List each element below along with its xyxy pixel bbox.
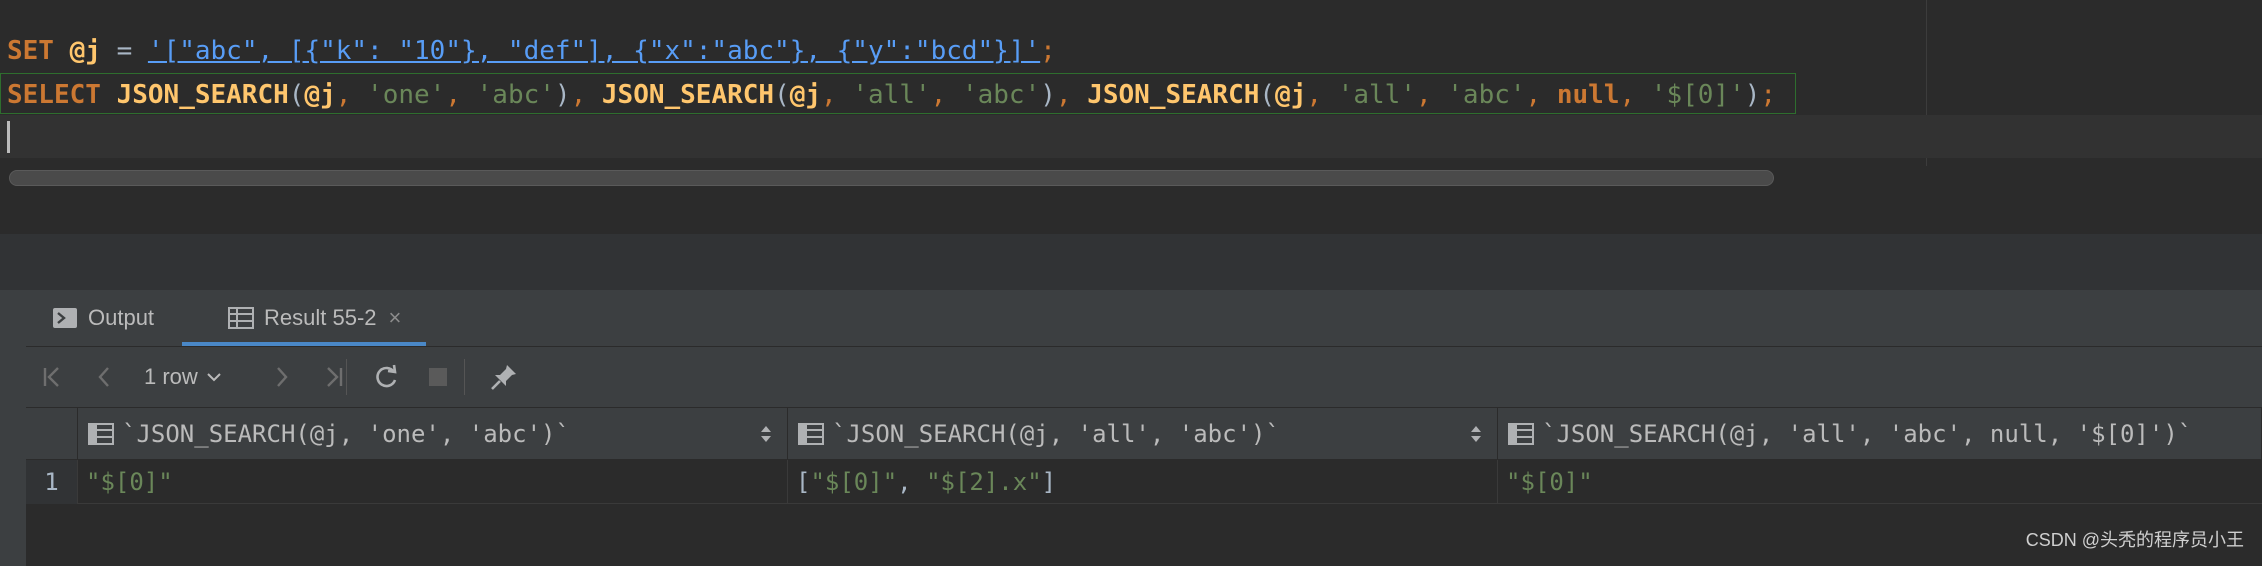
function-json-search-1: JSON_SEARCH xyxy=(116,80,289,110)
string-all: 'all' xyxy=(852,80,931,110)
paren-open: ( xyxy=(1259,80,1276,110)
assign-operator: = xyxy=(100,36,148,66)
results-toolbar: 1 row xyxy=(26,347,2262,408)
refresh-button[interactable] xyxy=(360,347,412,407)
cell-value: "$[0]" xyxy=(1506,467,1593,496)
row-count-label: 1 row xyxy=(144,364,198,389)
table-cell[interactable]: ["$[0]", "$[2].x"] xyxy=(788,460,1498,504)
string-abc: 'abc' xyxy=(1447,80,1526,110)
code-line-1[interactable]: SET @j = '["abc", [{"k": "10"}, "def"], … xyxy=(7,31,1056,71)
results-tab-bar: Output Result 55-2 × xyxy=(26,290,2262,347)
comma: , xyxy=(570,80,602,110)
semicolon: ; xyxy=(1760,80,1777,110)
toolbar-separator xyxy=(464,359,465,395)
cell-value: "$[2].x" xyxy=(926,467,1042,496)
pin-tab-button[interactable] xyxy=(478,347,530,407)
paren-close: ) xyxy=(1040,80,1056,110)
row-number[interactable]: 1 xyxy=(26,460,78,504)
tab-output-label: Output xyxy=(88,305,155,330)
tab-result-label: Result 55-2 xyxy=(264,305,377,330)
comma: , xyxy=(1619,80,1651,110)
column-header-1[interactable]: `JSON_SEARCH(@j, 'one', 'abc')` xyxy=(78,408,788,460)
stop-button[interactable] xyxy=(412,347,464,407)
bracket-open: [ xyxy=(796,467,811,496)
chevron-left-icon xyxy=(98,367,109,387)
comma: , xyxy=(1306,80,1338,110)
comma: , xyxy=(445,80,477,110)
editor-blank-area[interactable] xyxy=(0,190,2262,235)
paren-open: ( xyxy=(774,80,790,110)
cell-value: "$[0]" xyxy=(810,467,898,496)
sort-icon[interactable] xyxy=(759,422,773,446)
string-one: 'one' xyxy=(367,80,446,110)
first-page-icon xyxy=(43,367,59,387)
horizontal-scrollbar-thumb[interactable] xyxy=(9,170,1774,186)
panel-left-strip xyxy=(0,290,27,566)
row-count-dropdown[interactable]: 1 row xyxy=(144,347,222,407)
table-icon xyxy=(228,307,254,329)
keyword-null: null xyxy=(1556,80,1620,110)
function-json-search-3: JSON_SEARCH xyxy=(1087,80,1260,110)
json-string-literal[interactable]: '["abc", [{"k": "10"}, "def"], {"x":"abc… xyxy=(148,36,1040,66)
sort-icon[interactable] xyxy=(1469,422,1483,446)
toolbar-separator xyxy=(346,359,347,395)
column-header-1-label: `JSON_SEARCH(@j, 'one', 'abc')` xyxy=(122,419,570,448)
table-cell[interactable]: "$[0]" xyxy=(1498,460,2262,504)
stop-icon xyxy=(429,368,447,386)
paren-close: ) xyxy=(554,80,571,110)
keyword-set: SET xyxy=(7,36,54,66)
string-abc: 'abc' xyxy=(476,80,555,110)
semicolon: ; xyxy=(1040,36,1056,66)
table-cell[interactable]: "$[0]" xyxy=(78,460,788,504)
pin-icon xyxy=(491,365,516,390)
function-json-search-2: JSON_SEARCH xyxy=(601,80,775,110)
watermark: CSDN @头秃的程序员小王 xyxy=(2025,530,2244,550)
column-icon xyxy=(88,422,114,445)
paren-close: ) xyxy=(1744,80,1761,110)
last-page-button[interactable] xyxy=(308,347,360,407)
cell-value: "$[0]" xyxy=(86,467,173,496)
active-tab-indicator xyxy=(182,342,426,346)
paren-open: ( xyxy=(288,80,305,110)
bracket-close: ] xyxy=(1041,467,1057,496)
string-path: '$[0]' xyxy=(1650,80,1745,110)
text-caret xyxy=(7,121,10,153)
chevron-down-icon xyxy=(206,371,222,383)
comma: , xyxy=(1415,80,1448,110)
string-abc: 'abc' xyxy=(961,80,1041,110)
column-header-2-label: `JSON_SEARCH(@j, 'all', 'abc')` xyxy=(832,419,1280,448)
comma: , xyxy=(930,80,962,110)
next-page-button[interactable] xyxy=(256,347,308,407)
tab-output[interactable]: Output xyxy=(52,290,154,346)
caret-line-highlight xyxy=(0,115,2262,158)
column-icon xyxy=(798,422,824,445)
column-header-2[interactable]: `JSON_SEARCH(@j, 'all', 'abc')` xyxy=(788,408,1498,460)
variable-j: @j xyxy=(304,80,336,110)
last-page-icon xyxy=(327,367,343,387)
separator: , xyxy=(897,467,927,496)
variable-j: @j xyxy=(69,36,101,66)
comma: , xyxy=(1525,80,1557,110)
first-page-button[interactable] xyxy=(26,347,78,407)
comma: , xyxy=(1055,80,1088,110)
row-number-header[interactable] xyxy=(26,408,78,460)
panel-splitter[interactable] xyxy=(0,234,2262,290)
refresh-icon xyxy=(376,364,397,388)
close-icon[interactable]: × xyxy=(389,305,402,331)
variable-j: @j xyxy=(1275,80,1307,110)
code-line-2[interactable]: SELECT JSON_SEARCH(@j, 'one', 'abc'), JS… xyxy=(7,75,1776,115)
column-icon xyxy=(1508,422,1534,445)
string-all: 'all' xyxy=(1337,80,1416,110)
comma: , xyxy=(821,80,853,110)
comma: , xyxy=(335,80,368,110)
tab-result[interactable]: Result 55-2 × xyxy=(208,290,452,346)
column-header-3-label: `JSON_SEARCH(@j, 'all', 'abc', null, '$[… xyxy=(1542,419,2193,448)
previous-page-button[interactable] xyxy=(78,347,130,407)
variable-j: @j xyxy=(789,80,822,110)
chevron-right-icon xyxy=(277,367,288,387)
keyword-select: SELECT xyxy=(7,80,101,110)
column-header-3[interactable]: `JSON_SEARCH(@j, 'all', 'abc', null, '$[… xyxy=(1498,408,2262,460)
console-icon xyxy=(52,307,78,329)
